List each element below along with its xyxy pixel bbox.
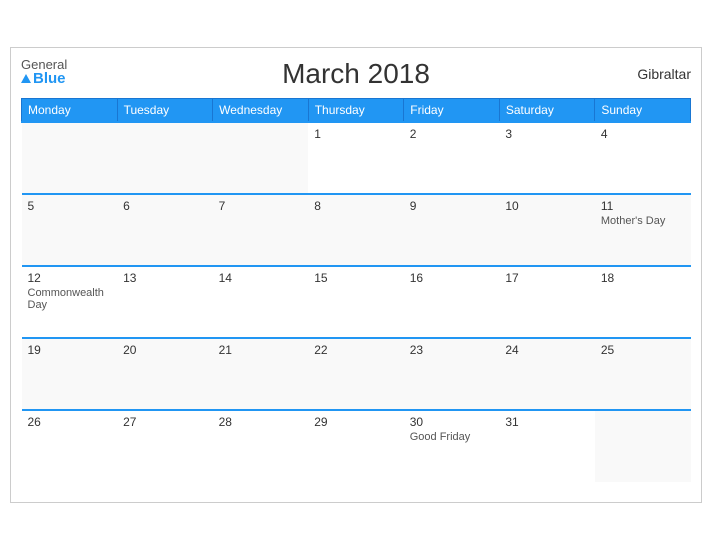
- calendar-container: General Blue March 2018 Gibraltar Monday…: [10, 47, 702, 503]
- calendar-day-cell: 1: [308, 122, 404, 194]
- day-number: 28: [219, 415, 303, 429]
- calendar-day-cell: 16: [404, 266, 500, 338]
- weekday-header-wednesday: Wednesday: [213, 99, 309, 123]
- calendar-day-cell: 7: [213, 194, 309, 266]
- calendar-day-cell: 30 Good Friday: [404, 410, 500, 482]
- weekday-header-saturday: Saturday: [499, 99, 595, 123]
- day-number: 30: [410, 415, 494, 429]
- event-label: Mother's Day: [601, 215, 685, 227]
- calendar-day-cell: 21: [213, 338, 309, 410]
- calendar-title: March 2018: [282, 58, 430, 90]
- weekday-header-sunday: Sunday: [595, 99, 691, 123]
- calendar-day-cell: 28: [213, 410, 309, 482]
- weekday-header-friday: Friday: [404, 99, 500, 123]
- calendar-day-cell: 13: [117, 266, 213, 338]
- calendar-day-cell: 18: [595, 266, 691, 338]
- day-number: 11: [601, 199, 685, 213]
- calendar-day-cell: 25: [595, 338, 691, 410]
- weekday-header-row: MondayTuesdayWednesdayThursdayFridaySatu…: [22, 99, 691, 123]
- event-label: Commonwealth Day: [28, 287, 112, 311]
- day-number: 15: [314, 271, 398, 285]
- logo-blue-text: Blue: [21, 71, 67, 86]
- calendar-day-cell: 4: [595, 122, 691, 194]
- day-number: 6: [123, 199, 207, 213]
- calendar-week-row: 12 Commonwealth Day 13 14 15 16 17 18: [22, 266, 691, 338]
- calendar-day-cell: 2: [404, 122, 500, 194]
- day-number: 20: [123, 343, 207, 357]
- logo-blue-label: Blue: [33, 71, 66, 86]
- day-number: 7: [219, 199, 303, 213]
- calendar-day-cell: 22: [308, 338, 404, 410]
- calendar-day-cell: [213, 122, 309, 194]
- day-number: 31: [505, 415, 589, 429]
- day-number: 24: [505, 343, 589, 357]
- day-number: 23: [410, 343, 494, 357]
- event-label: Good Friday: [410, 431, 494, 443]
- day-number: 19: [28, 343, 112, 357]
- day-number: 5: [28, 199, 112, 213]
- day-number: 3: [505, 127, 589, 141]
- calendar-week-row: 19 20 21 22 23 24 25: [22, 338, 691, 410]
- calendar-day-cell: 23: [404, 338, 500, 410]
- calendar-week-row: 1234: [22, 122, 691, 194]
- calendar-day-cell: 27: [117, 410, 213, 482]
- day-number: 2: [410, 127, 494, 141]
- day-number: 18: [601, 271, 685, 285]
- day-number: 26: [28, 415, 112, 429]
- day-number: 12: [28, 271, 112, 285]
- day-number: 16: [410, 271, 494, 285]
- day-number: 4: [601, 127, 685, 141]
- day-number: 21: [219, 343, 303, 357]
- calendar-grid: MondayTuesdayWednesdayThursdayFridaySatu…: [21, 98, 691, 482]
- weekday-header-thursday: Thursday: [308, 99, 404, 123]
- day-number: 13: [123, 271, 207, 285]
- day-number: 22: [314, 343, 398, 357]
- calendar-header: General Blue March 2018 Gibraltar: [21, 58, 691, 90]
- day-number: 27: [123, 415, 207, 429]
- calendar-day-cell: [22, 122, 118, 194]
- day-number: 29: [314, 415, 398, 429]
- calendar-day-cell: 24: [499, 338, 595, 410]
- country-label: Gibraltar: [637, 66, 691, 82]
- day-number: 10: [505, 199, 589, 213]
- calendar-day-cell: 3: [499, 122, 595, 194]
- calendar-day-cell: 19: [22, 338, 118, 410]
- calendar-day-cell: [595, 410, 691, 482]
- day-number: 17: [505, 271, 589, 285]
- calendar-day-cell: 6: [117, 194, 213, 266]
- calendar-day-cell: 29: [308, 410, 404, 482]
- calendar-day-cell: 26: [22, 410, 118, 482]
- day-number: 25: [601, 343, 685, 357]
- calendar-day-cell: 5: [22, 194, 118, 266]
- calendar-day-cell: 11 Mother's Day: [595, 194, 691, 266]
- calendar-day-cell: 8: [308, 194, 404, 266]
- day-number: 8: [314, 199, 398, 213]
- calendar-day-cell: 14: [213, 266, 309, 338]
- calendar-day-cell: [117, 122, 213, 194]
- calendar-day-cell: 15: [308, 266, 404, 338]
- day-number: 1: [314, 127, 398, 141]
- calendar-week-row: 56789 10 11 Mother's Day: [22, 194, 691, 266]
- calendar-week-row: 26 27 28 29 30 Good Friday 31: [22, 410, 691, 482]
- calendar-day-cell: 17: [499, 266, 595, 338]
- day-number: 9: [410, 199, 494, 213]
- logo: General Blue: [21, 58, 67, 86]
- calendar-day-cell: 10: [499, 194, 595, 266]
- calendar-day-cell: 12 Commonwealth Day: [22, 266, 118, 338]
- calendar-day-cell: 9: [404, 194, 500, 266]
- calendar-day-cell: 31: [499, 410, 595, 482]
- weekday-header-tuesday: Tuesday: [117, 99, 213, 123]
- calendar-day-cell: 20: [117, 338, 213, 410]
- weekday-header-monday: Monday: [22, 99, 118, 123]
- day-number: 14: [219, 271, 303, 285]
